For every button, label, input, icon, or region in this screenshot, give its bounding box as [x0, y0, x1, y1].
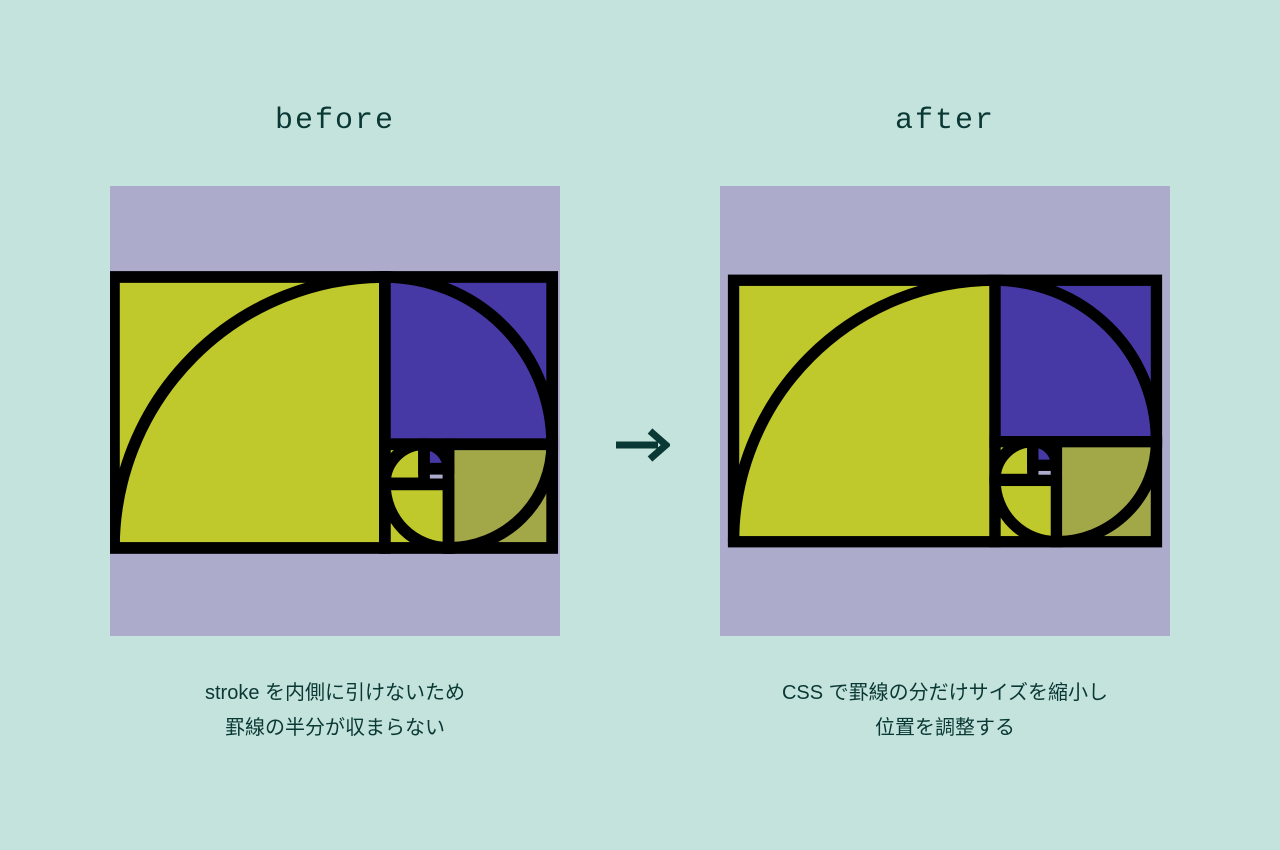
arrow-icon — [610, 425, 670, 465]
before-panel: before — [110, 104, 560, 746]
after-canvas — [720, 186, 1170, 636]
caption-line: 罫線の半分が収まらない — [205, 711, 465, 746]
caption-line: stroke を内側に引けないため — [205, 676, 465, 711]
before-caption: stroke を内側に引けないため 罫線の半分が収まらない — [205, 676, 465, 746]
before-title: before — [275, 104, 395, 138]
golden-spiral-after — [726, 271, 1164, 551]
after-panel: after CSS で罫線の分だけサイズを縮小し 位置を調整する — [720, 104, 1170, 746]
comparison-row: before — [110, 104, 1170, 746]
golden-spiral-before — [110, 266, 560, 556]
before-canvas — [110, 186, 560, 636]
caption-line: 位置を調整する — [782, 711, 1108, 746]
after-title: after — [895, 104, 995, 138]
after-caption: CSS で罫線の分だけサイズを縮小し 位置を調整する — [782, 676, 1108, 746]
caption-line: CSS で罫線の分だけサイズを縮小し — [782, 676, 1108, 711]
